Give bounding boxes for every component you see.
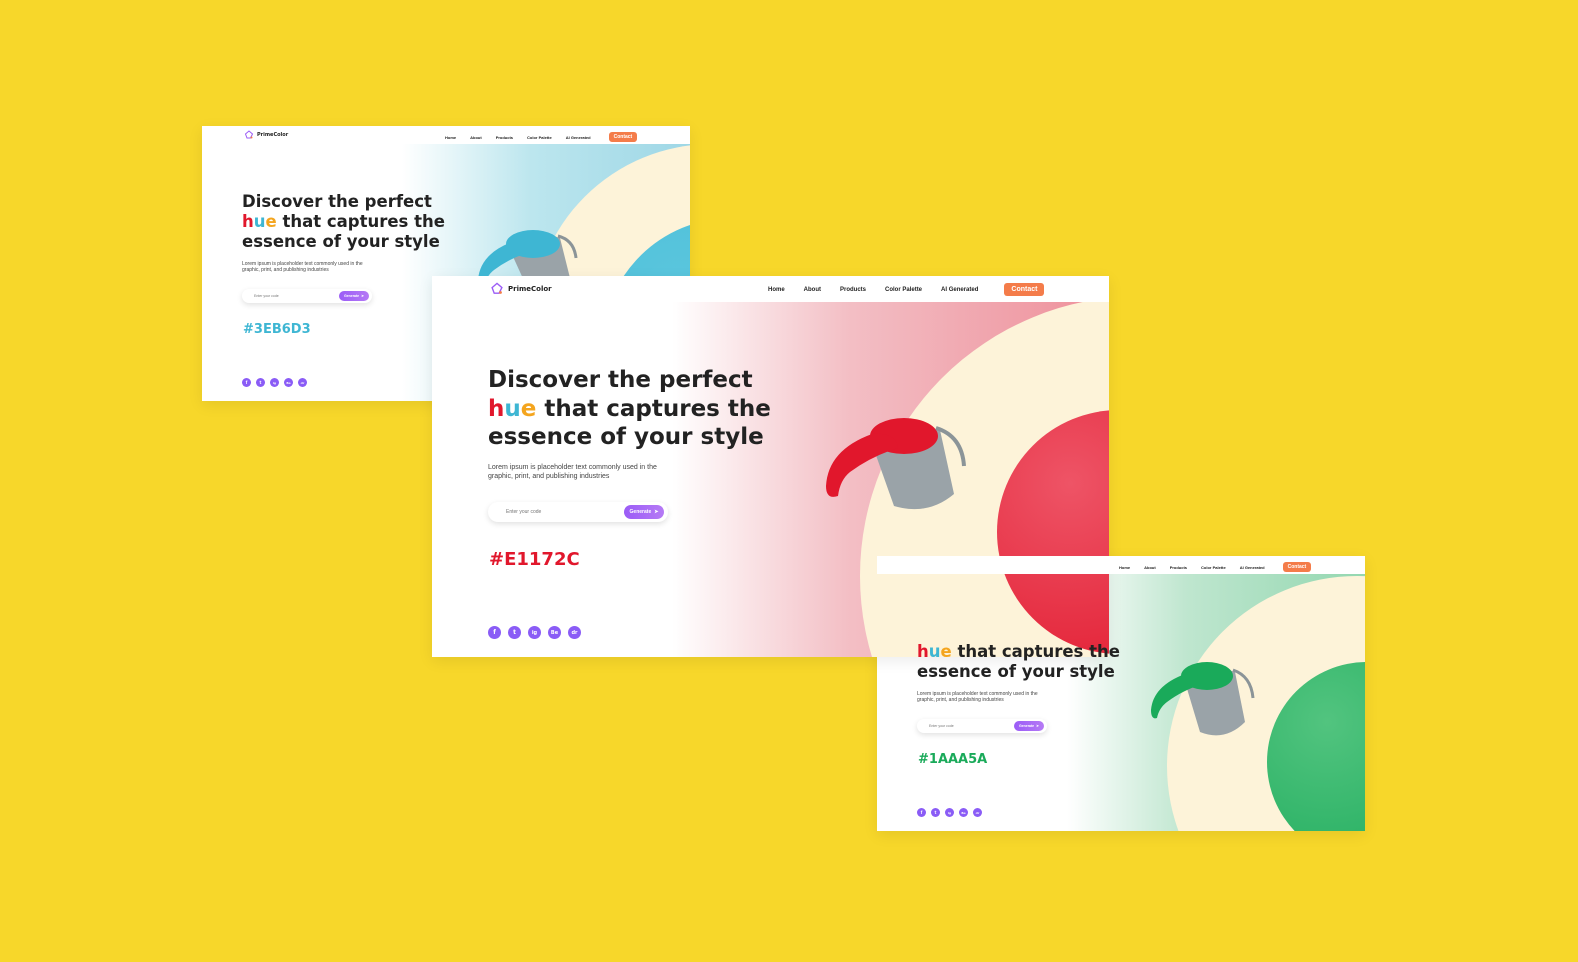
headline-line2: hue that captures the (242, 212, 445, 232)
hex-code: #E1172C (489, 549, 580, 570)
hero-description: Lorem ipsum is placeholder text commonly… (917, 691, 1038, 703)
paint-bucket-logo-icon (244, 130, 254, 139)
paint-bucket-logo-icon (491, 282, 503, 294)
behance-icon[interactable]: Be (548, 626, 561, 639)
headline-line1: Discover the perfect (242, 192, 432, 211)
nav-about[interactable]: About (470, 135, 482, 140)
nav-ai-generated[interactable]: AI Generated (941, 287, 978, 293)
headline-u: u (928, 642, 941, 661)
headline-line1: Discover the perfect (488, 367, 753, 393)
generate-label: Generate (629, 509, 652, 515)
hero-headline: Discover the perfect hue that captures t… (488, 366, 771, 452)
behance-icon[interactable]: Be (959, 808, 968, 817)
navbar: PrimeColor Home About Products Color Pal… (432, 276, 1109, 302)
nav-color-palette[interactable]: Color Palette (885, 287, 922, 293)
facebook-icon[interactable]: f (488, 626, 501, 639)
contact-button[interactable]: Contact (1004, 283, 1045, 296)
description-line1: Lorem ipsum is placeholder text commonly… (488, 464, 657, 471)
headline-line2: hue that captures the (488, 395, 771, 424)
navbar: PrimeColor Home About Products Color Pal… (202, 126, 690, 144)
code-search-bar: Generate➤ (242, 289, 372, 303)
dribbble-icon[interactable]: dr (973, 808, 982, 817)
twitter-icon[interactable]: t (256, 378, 265, 387)
headline-e: e (520, 395, 537, 422)
code-input[interactable] (506, 509, 616, 515)
facebook-icon[interactable]: f (242, 378, 251, 387)
social-links: f t ig Be dr (242, 378, 307, 387)
headline-u: u (504, 395, 521, 422)
nav-products[interactable]: Products (496, 135, 513, 140)
send-icon: ➤ (1036, 724, 1040, 728)
nav-ai-generated[interactable]: AI Generated (1240, 565, 1265, 570)
headline-u: u (253, 212, 266, 231)
headline-line3: essence of your style (242, 232, 440, 251)
generate-button[interactable]: Generate ➤ (624, 505, 664, 519)
hero-description: Lorem ipsum is placeholder text commonly… (242, 261, 363, 273)
headline-e: e (265, 212, 277, 231)
hero-description: Lorem ipsum is placeholder text commonly… (488, 463, 657, 481)
nav-products[interactable]: Products (1170, 565, 1187, 570)
instagram-icon[interactable]: ig (270, 378, 279, 387)
dribbble-icon[interactable]: dr (298, 378, 307, 387)
nav-home[interactable]: Home (768, 287, 785, 293)
description-line2: graphic, print, and publishing industrie… (488, 473, 610, 480)
generate-label: Generate (343, 294, 360, 298)
twitter-icon[interactable]: t (508, 626, 521, 639)
code-search-bar: Generate➤ (917, 719, 1047, 733)
headline-line3: essence of your style (917, 662, 1115, 681)
nav-links: Home About Products Color Palette AI Gen… (445, 132, 638, 142)
headline-e: e (940, 642, 952, 661)
contact-button[interactable]: Contact (1282, 562, 1312, 572)
generate-label: Generate (1018, 724, 1035, 728)
headline-h: h (242, 212, 254, 231)
description-line2: graphic, print, and publishing industrie… (242, 267, 329, 273)
facebook-icon[interactable]: f (917, 808, 926, 817)
headline-line3: essence of your style (488, 424, 764, 450)
nav-ai-generated[interactable]: AI Generated (566, 135, 591, 140)
hex-code: #1AAA5A (918, 752, 988, 767)
headline-line2: hue that captures the (917, 642, 1120, 662)
nav-color-palette[interactable]: Color Palette (1201, 565, 1226, 570)
nav-home[interactable]: Home (445, 135, 456, 140)
behance-icon[interactable]: Be (284, 378, 293, 387)
social-links: f t ig Be dr (917, 808, 982, 817)
paint-bucket-illustration (826, 418, 966, 510)
nav-home[interactable]: Home (1119, 565, 1130, 570)
send-icon: ➤ (361, 294, 365, 298)
headline-rest: that captures the (951, 642, 1120, 661)
navbar: Home About Products Color Palette AI Gen… (877, 556, 1365, 574)
generate-button[interactable]: Generate ➤ (339, 291, 369, 301)
instagram-icon[interactable]: ig (528, 626, 541, 639)
instagram-icon[interactable]: ig (945, 808, 954, 817)
mockup-red: PrimeColor Home About Products Color Pal… (432, 276, 1109, 657)
headline-h: h (488, 395, 505, 422)
twitter-icon[interactable]: t (931, 808, 940, 817)
dribbble-icon[interactable]: dr (568, 626, 581, 639)
hero-headline: Discover the perfect hue that captures t… (242, 192, 445, 252)
contact-button[interactable]: Contact (608, 132, 638, 142)
nav-products[interactable]: Products (840, 287, 866, 293)
social-links: f t ig Be dr (488, 626, 581, 639)
nav-about[interactable]: About (1144, 565, 1156, 570)
headline-h: h (917, 642, 929, 661)
nav-links: Home About Products Color Palette AI Gen… (768, 283, 1045, 296)
description-line2: graphic, print, and publishing industrie… (917, 697, 1004, 703)
hero-headline: hue that captures the essence of your st… (917, 642, 1120, 682)
paint-bucket-illustration (1151, 662, 1255, 736)
hex-code: #3EB6D3 (243, 322, 311, 337)
code-input[interactable] (254, 294, 334, 298)
logo[interactable]: PrimeColor (490, 282, 552, 296)
headline-rest: that captures the (276, 212, 445, 231)
headline-rest: that captures the (536, 395, 771, 422)
nav-about[interactable]: About (804, 287, 821, 293)
nav-links: Home About Products Color Palette AI Gen… (1119, 562, 1312, 572)
send-icon: ➤ (654, 509, 659, 515)
code-search-bar: Generate➤ (488, 502, 668, 522)
generate-button[interactable]: Generate ➤ (1014, 721, 1044, 731)
brand-name: PrimeColor (508, 285, 552, 293)
nav-color-palette[interactable]: Color Palette (527, 135, 552, 140)
code-input[interactable] (929, 724, 1009, 728)
logo[interactable]: PrimeColor (244, 130, 288, 140)
brand-name: PrimeColor (257, 132, 289, 138)
